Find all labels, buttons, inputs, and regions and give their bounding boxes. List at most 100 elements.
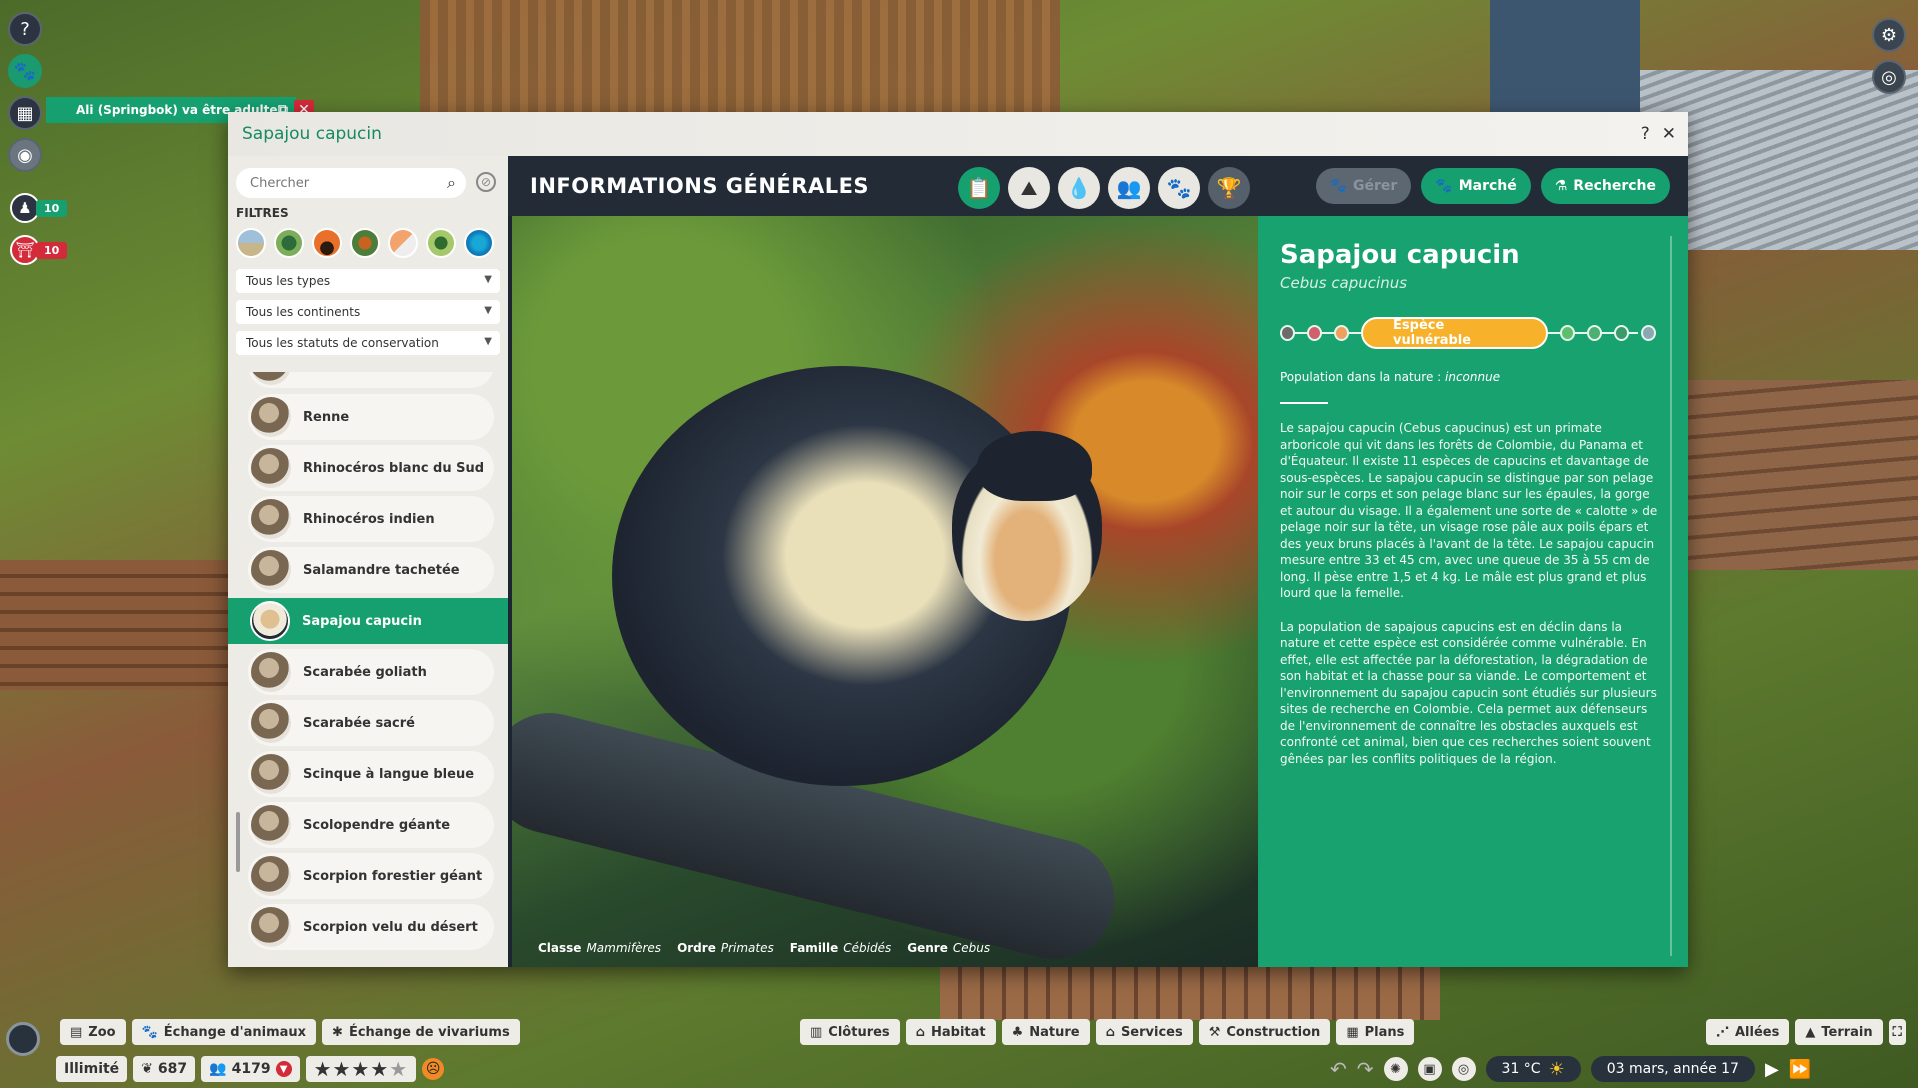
habitat-button[interactable]: ⌂ Habitat [905,1019,996,1045]
paw-icon: 🐾 [1329,178,1347,194]
fences-button[interactable]: ▥ Clôtures [800,1019,900,1045]
zoo-rating[interactable]: ★★★★★ [305,1056,417,1082]
manage-button[interactable]: 🐾 Gérer [1315,168,1412,204]
overlay-icon[interactable]: ▣ [1417,1057,1442,1081]
leaf-icon: ❦ [141,1061,153,1077]
tab-habitat-icon[interactable]: ⛰ [1008,167,1050,209]
staff-counter[interactable]: ♟ 10 [10,193,70,223]
flask-icon: ⚗ [1554,178,1568,194]
biome-tropical-icon[interactable] [426,228,456,258]
guest-alert-counter[interactable]: ⛩ 10 [10,235,70,265]
left-hud: ? 🐾 ▦ ◉ [8,12,46,180]
animal-list[interactable]: Renne Rhinocéros blanc du Sud Rhinocéros… [228,372,508,967]
clear-filter-icon[interactable]: ⊘ [476,172,496,192]
fast-forward-icon[interactable]: ⏩ [1789,1059,1811,1080]
zoopedia-icon[interactable]: 🐾 [8,54,42,88]
conservation-status-badge: Espèce vulnérable [1361,317,1548,349]
monkey-cap-shape [977,431,1092,501]
info-tabs: 📋 ⛰ 💧 👥 🐾 🏆 [958,167,1250,209]
terrain-button[interactable]: ▲ Terrain [1795,1019,1883,1045]
animal-trade-button[interactable]: 🐾 Échange d'animaux [131,1019,317,1045]
nature-button[interactable]: ♣ Nature [1001,1019,1090,1045]
list-item[interactable]: Scolopendre géante [248,802,494,848]
animal-thumbnail [251,448,291,488]
calendar-icon[interactable]: ▦ [8,96,42,130]
settings-gear-icon[interactable]: ⚙ [1872,18,1906,52]
list-scrollbar[interactable] [236,812,240,872]
paw-icon: 🐾 [141,1024,158,1040]
list-item[interactable]: Scorpion velu du désert [248,904,494,950]
paths-button[interactable]: ⋰ Allées [1706,1019,1790,1045]
biome-aquatic-icon[interactable] [464,228,494,258]
conservation-credits[interactable]: ❦ 687 [133,1056,196,1082]
tab-trophy-icon[interactable]: 🏆 [1208,167,1250,209]
mountain-icon: ▲ [1805,1024,1816,1040]
weather-display[interactable]: 31 °C ☀ [1485,1056,1581,1082]
list-item-selected[interactable]: Sapajou capucin [228,598,508,644]
market-button[interactable]: 🐾 Marché [1421,168,1531,204]
animal-name: Rhinocéros indien [303,511,435,527]
blueprint-icon: ▦ [1346,1024,1359,1040]
list-item[interactable]: Rhinocéros blanc du Sud [248,445,494,491]
zoo-button[interactable]: ▤ Zoo [60,1019,126,1045]
description-paragraph: Le sapajou capucin (Cebus capucinus) est… [1280,421,1658,600]
biome-taiga-icon[interactable] [388,228,418,258]
camera-icon[interactable]: ◎ [1872,60,1906,94]
biome-grassland-icon[interactable] [236,228,266,258]
terrain-tabs: ⋰ Allées ▲ Terrain ⛶ [1706,1019,1906,1047]
search-input[interactable] [250,175,430,191]
undo-icon[interactable]: ↶ [1330,1057,1347,1081]
game-speed-controls: ▶ ⏩ [1765,1059,1811,1080]
list-item[interactable]: Scarabée goliath [248,649,494,695]
expand-icon[interactable]: ⛶ [1888,1019,1906,1045]
construction-button[interactable]: ⚒ Construction [1198,1019,1331,1045]
search-icon[interactable]: ⌕ [447,173,456,193]
heatmap-icon[interactable]: ✺ [1383,1057,1408,1081]
help-icon[interactable]: ? [8,12,42,46]
guest-mood-icon[interactable]: ☹ [422,1058,445,1080]
camera-mode-icon[interactable]: ◎ [1451,1057,1476,1081]
research-button[interactable]: ⚗ Recherche [1540,168,1670,204]
guest-count[interactable]: 👥 4179 ▼ [201,1056,300,1082]
tab-behaviour-icon[interactable]: 🐾 [1158,167,1200,209]
window-close-button[interactable]: ✕ [1662,124,1676,144]
animal-thumbnail [251,805,291,845]
type-dropdown-value: Tous les types [246,274,331,288]
conservation-dropdown[interactable]: Tous les statuts de conservation ▼ [236,331,500,355]
status-dot-endangered [1334,325,1350,341]
list-item[interactable]: Scorpion forestier géant [248,853,494,899]
list-item[interactable]: Scarabée sacré [248,700,494,746]
guests-icon: 👥 [209,1061,227,1077]
species-latin-name: Cebus capucinus [1280,274,1408,292]
menu-icon[interactable] [6,1022,40,1056]
down-arrow-icon: ▼ [275,1061,292,1077]
continent-dropdown[interactable]: Tous les continents ▼ [236,300,500,324]
animal-name: Salamandre tachetée [303,562,460,578]
money-display[interactable]: Illimité [56,1056,128,1082]
biome-desert-icon[interactable] [312,228,342,258]
services-button[interactable]: ⌂ Services [1095,1019,1193,1045]
redo-icon[interactable]: ↷ [1357,1057,1374,1081]
blueprints-button[interactable]: ▦ Plans [1336,1019,1415,1045]
eye-icon[interactable]: ◉ [8,138,42,172]
window-help-button[interactable]: ? [1641,124,1650,144]
zoo-icon: ▤ [70,1024,83,1040]
list-item[interactable]: Rhinocéros indien [248,496,494,542]
list-item[interactable]: Scinque à langue bleue [248,751,494,797]
search-field[interactable]: ⌕ [236,168,466,198]
biome-temperate-icon[interactable] [274,228,304,258]
type-dropdown[interactable]: Tous les types ▼ [236,269,500,293]
tab-general-info-icon[interactable]: 📋 [958,167,1000,209]
tab-social-icon[interactable]: 👥 [1108,167,1150,209]
play-icon[interactable]: ▶ [1765,1059,1779,1080]
date-display[interactable]: 03 mars, année 17 [1590,1056,1755,1082]
list-item[interactable]: Salamandre tachetée [248,547,494,593]
conservation-scale: Espèce vulnérable [1280,317,1668,349]
list-item[interactable]: Renne [248,394,494,440]
biome-tundra-icon[interactable] [350,228,380,258]
vivarium-trade-button[interactable]: ✱ Échange de vivariums [322,1019,520,1045]
status-dot-data-deficient [1613,325,1629,341]
tab-enrichment-icon[interactable]: 💧 [1058,167,1100,209]
list-item[interactable] [248,372,494,388]
shop-icon: ⌂ [1105,1024,1115,1040]
